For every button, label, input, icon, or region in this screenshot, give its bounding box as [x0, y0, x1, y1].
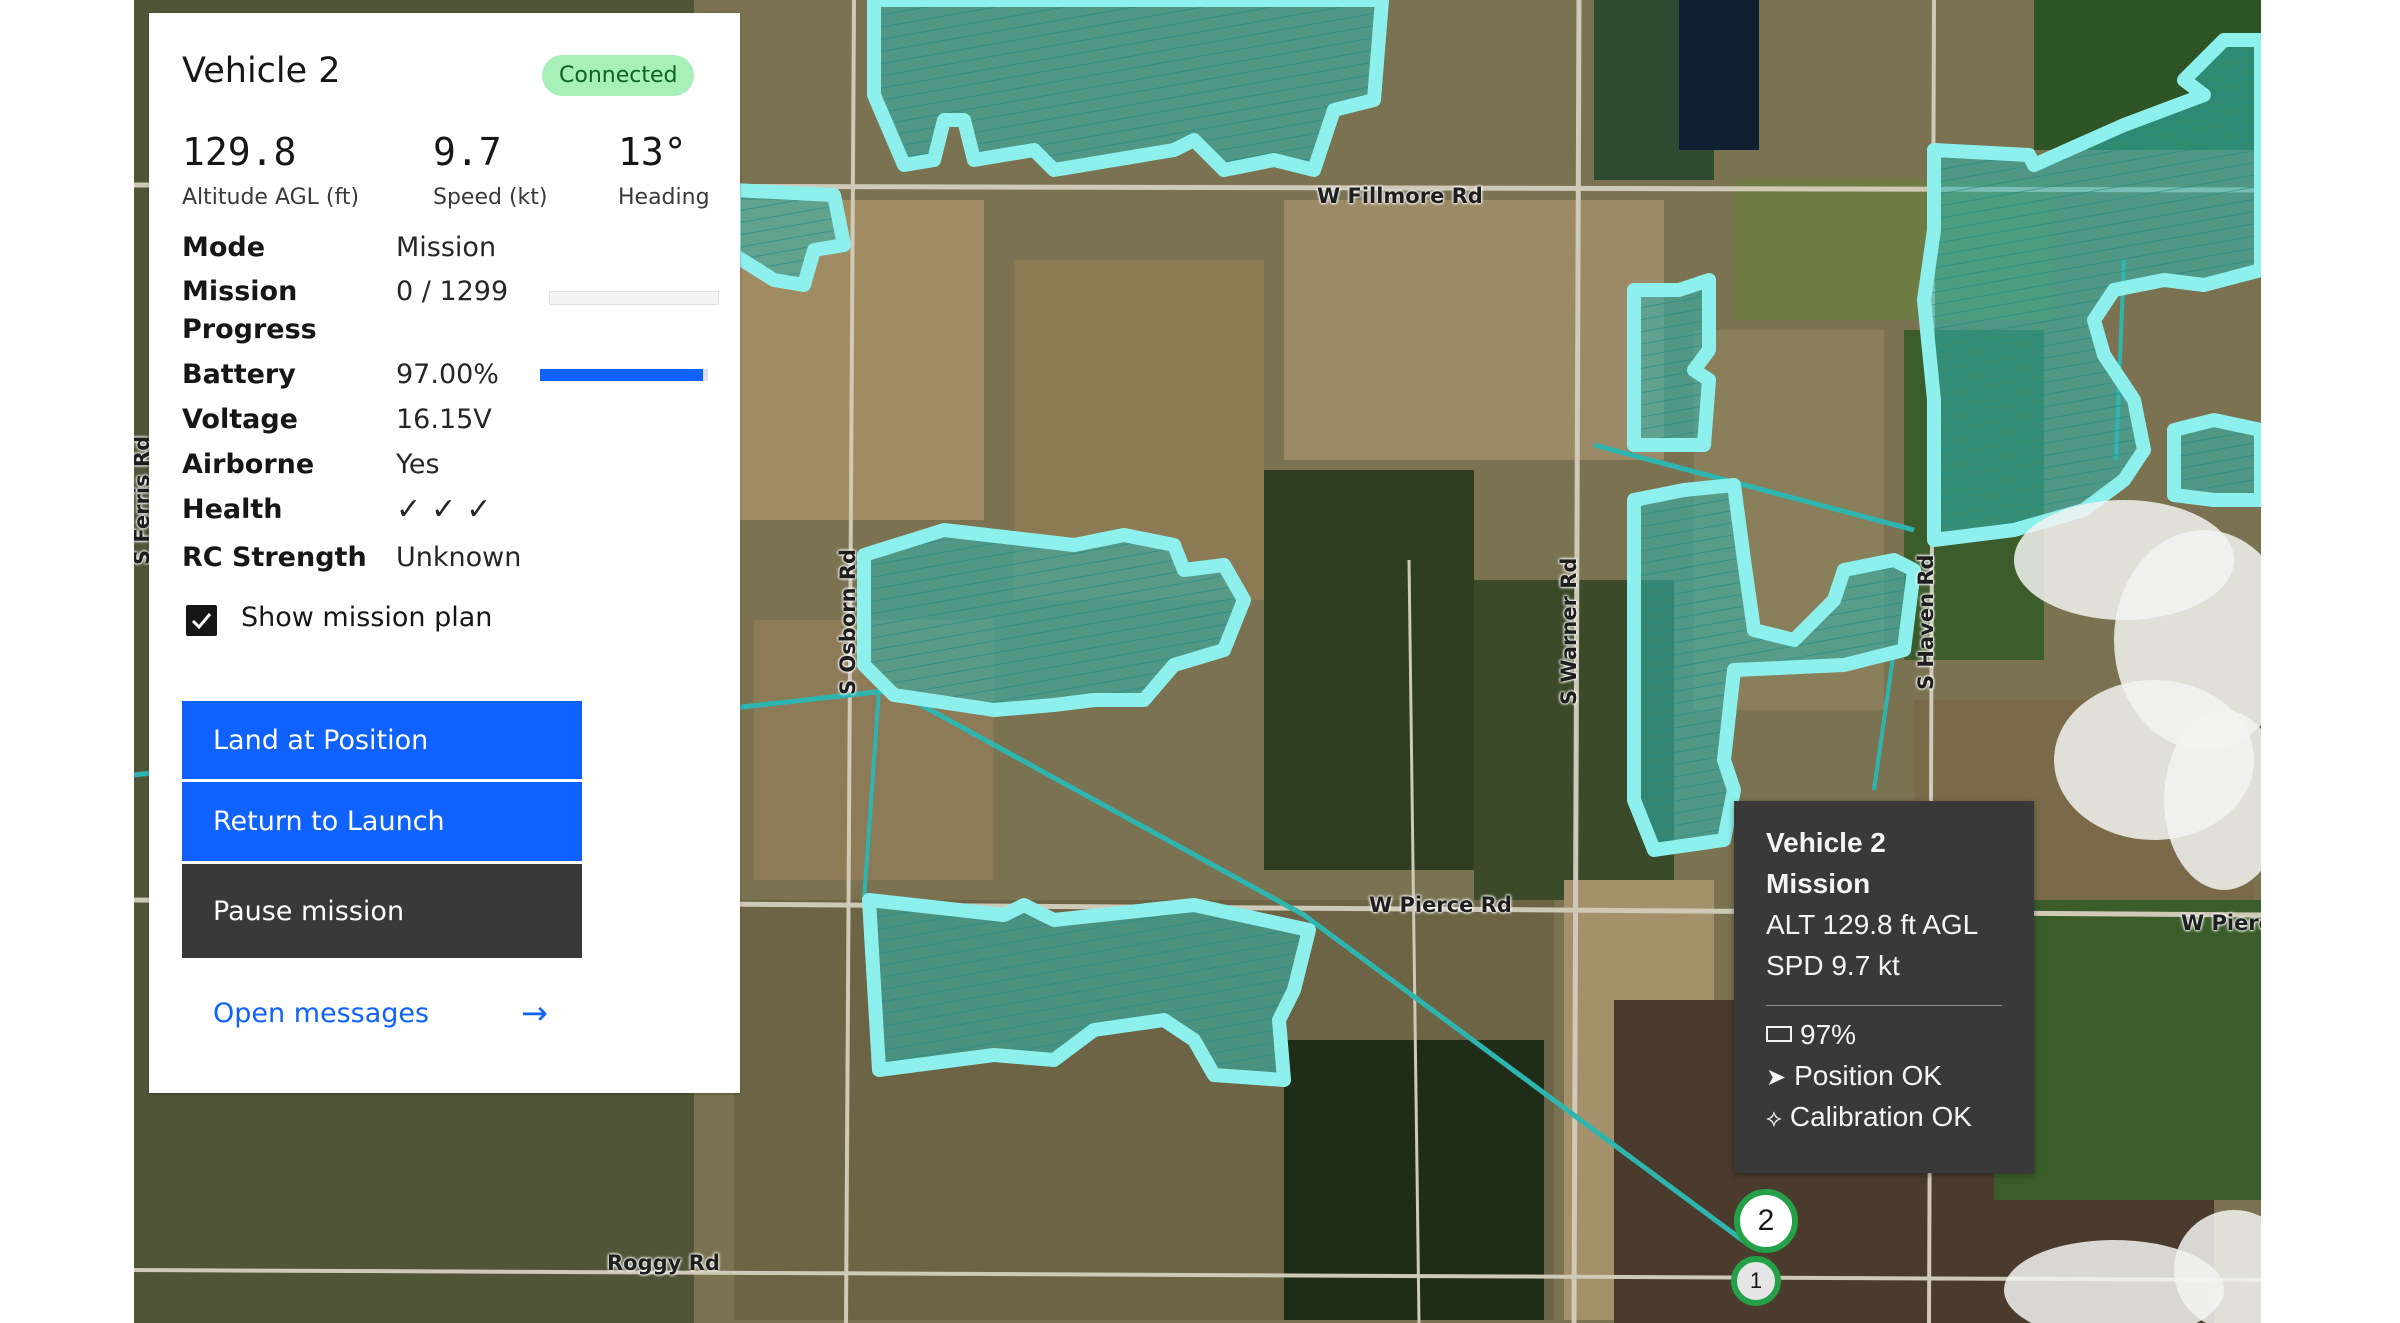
road-label-pierce: W Pierce Rd	[1369, 893, 1512, 917]
return-to-launch-button[interactable]: Return to Launch	[182, 782, 582, 861]
tooltip-battery: 97%	[1766, 1019, 1856, 1051]
rc-strength-value: Unknown	[396, 542, 522, 573]
tooltip-calibration: ⟡ Calibration OK	[1766, 1101, 1972, 1133]
open-messages-link[interactable]: Open messages	[213, 998, 429, 1029]
heading-value: 13°	[618, 130, 687, 174]
road-label-warner: S Warner Rd	[1557, 557, 1581, 705]
launch-marker-1-label: 1	[1749, 1268, 1763, 1293]
battery-label: Battery	[182, 359, 296, 390]
checkmark-icon	[191, 613, 212, 630]
road-label-pierce-east: W Pierce	[2181, 911, 2261, 935]
connection-status-badge: Connected	[542, 55, 695, 96]
arrow-right-icon[interactable]: →	[521, 994, 548, 1032]
tooltip-position: ➤ Position OK	[1766, 1060, 1942, 1092]
mission-progress-label: Mission Progress	[182, 276, 317, 345]
tooltip-vehicle-name: Vehicle 2	[1766, 827, 1886, 858]
road-label-fillmore: W Fillmore Rd	[1317, 184, 1483, 208]
speed-value: 9.7	[433, 130, 502, 174]
launch-marker-1[interactable]: 1	[1731, 1256, 1781, 1306]
calibration-icon: ⟡	[1766, 1105, 1782, 1132]
tooltip-calibration-value: Calibration OK	[1789, 1101, 1972, 1132]
vehicle-panel: Vehicle 2 Connected 129.8 Altitude AGL (…	[149, 13, 740, 1093]
mission-progress-value: 0 / 1299	[396, 276, 509, 307]
road-label-haven: S Haven Rd	[1914, 554, 1938, 690]
health-checks: ✓✓✓	[396, 492, 502, 527]
health-label: Health	[182, 494, 283, 525]
airborne-value: Yes	[396, 449, 440, 480]
show-mission-plan-label[interactable]: Show mission plan	[241, 602, 492, 633]
tooltip-battery-value: 97%	[1800, 1019, 1857, 1050]
show-mission-plan-checkbox[interactable]	[186, 605, 217, 636]
mode-value: Mission	[396, 232, 497, 263]
mission-progress-track	[549, 291, 719, 305]
altitude-value: 129.8	[182, 130, 297, 174]
battery-value: 97.00%	[396, 359, 499, 390]
tooltip-position-value: Position OK	[1794, 1060, 1942, 1091]
speed-label: Speed (kt)	[433, 185, 548, 210]
voltage-label: Voltage	[182, 404, 298, 435]
navigation-arrow-icon: ➤	[1766, 1064, 1787, 1091]
battery-fill	[540, 369, 703, 381]
tooltip-speed: SPD 9.7 kt	[1766, 950, 1900, 981]
rc-strength-label: RC Strength	[182, 542, 367, 573]
tooltip-mode: Mission	[1766, 868, 1871, 899]
land-at-position-button[interactable]: Land at Position	[182, 701, 582, 779]
vehicle-tooltip: Vehicle 2 Mission ALT 129.8 ft AGL SPD 9…	[1734, 801, 2034, 1173]
battery-track	[540, 369, 708, 381]
mode-label: Mode	[182, 232, 266, 263]
road-label-osborn: S Osborn Rd	[836, 548, 860, 695]
voltage-value: 16.15V	[396, 404, 492, 435]
battery-icon	[1766, 1025, 1792, 1042]
panel-title: Vehicle 2	[182, 51, 341, 91]
heading-label: Heading	[618, 185, 710, 210]
vehicle-marker-2[interactable]: 2	[1734, 1189, 1798, 1253]
vehicle-marker-2-label: 2	[1757, 1204, 1775, 1237]
airborne-label: Airborne	[182, 449, 315, 480]
tooltip-altitude: ALT 129.8 ft AGL	[1766, 909, 1979, 940]
road-label-roggy: Roggy Rd	[607, 1251, 720, 1275]
pause-mission-button[interactable]: Pause mission	[182, 864, 582, 958]
altitude-label: Altitude AGL (ft)	[182, 185, 360, 210]
tooltip-divider	[1766, 1005, 2002, 1006]
